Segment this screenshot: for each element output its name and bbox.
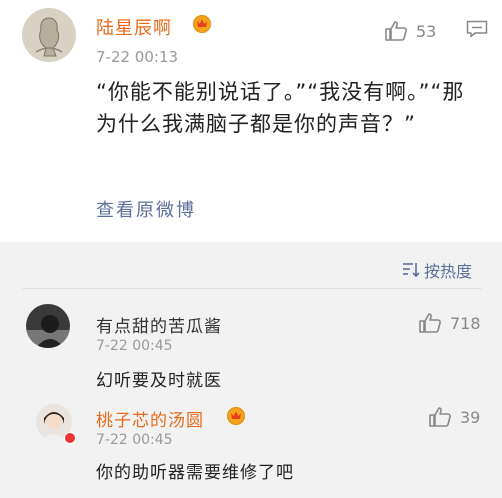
post-timestamp: 7-22 00:13	[96, 48, 179, 66]
vip-crown-icon	[227, 407, 245, 425]
reply-text: 幻听要及时就医	[96, 371, 222, 391]
vip-crown-icon	[193, 15, 211, 33]
avatar[interactable]	[22, 8, 76, 62]
like-button[interactable]: 53	[384, 20, 436, 42]
reply-icon[interactable]	[466, 20, 488, 38]
divider	[22, 288, 482, 289]
main-comment: 陆星辰啊 7-22 00:13 53 “你能不能别说话了。”“我没有啊。”“那为…	[0, 0, 502, 242]
replies-section: 按热度 有点甜的苦瓜酱 7-22 00:45 718 幻听要及时就医 桃子芯的汤…	[0, 242, 502, 498]
badge-icon	[64, 432, 76, 444]
like-count: 53	[416, 21, 437, 41]
avatar[interactable]	[26, 304, 70, 348]
sort-label: 按热度	[424, 262, 473, 281]
sort-icon	[403, 263, 420, 278]
reply-timestamp: 7-22 00:45	[96, 432, 173, 448]
like-button[interactable]: 39	[428, 406, 480, 428]
reply-timestamp: 7-22 00:45	[96, 338, 173, 354]
sort-by-hot-button[interactable]: 按热度	[402, 258, 472, 282]
view-original-link[interactable]: 查看原微博	[96, 196, 196, 222]
like-button[interactable]: 718	[418, 312, 481, 334]
reply-text: 你的助听器需要维修了吧	[96, 463, 294, 483]
reply-username[interactable]: 桃子芯的汤圆	[96, 406, 204, 431]
thumbs-up-icon	[429, 407, 451, 427]
like-count: 39	[460, 407, 481, 427]
post-username[interactable]: 陆星辰啊	[96, 14, 172, 40]
reply-username[interactable]: 有点甜的苦瓜酱	[96, 312, 222, 337]
thumbs-up-icon	[419, 313, 441, 333]
like-count: 718	[450, 313, 481, 333]
comment-text: “你能不能别说话了。”“我没有啊。”“那为什么我满脑子都是你的声音？”	[96, 80, 465, 136]
thumbs-up-icon	[385, 21, 407, 41]
